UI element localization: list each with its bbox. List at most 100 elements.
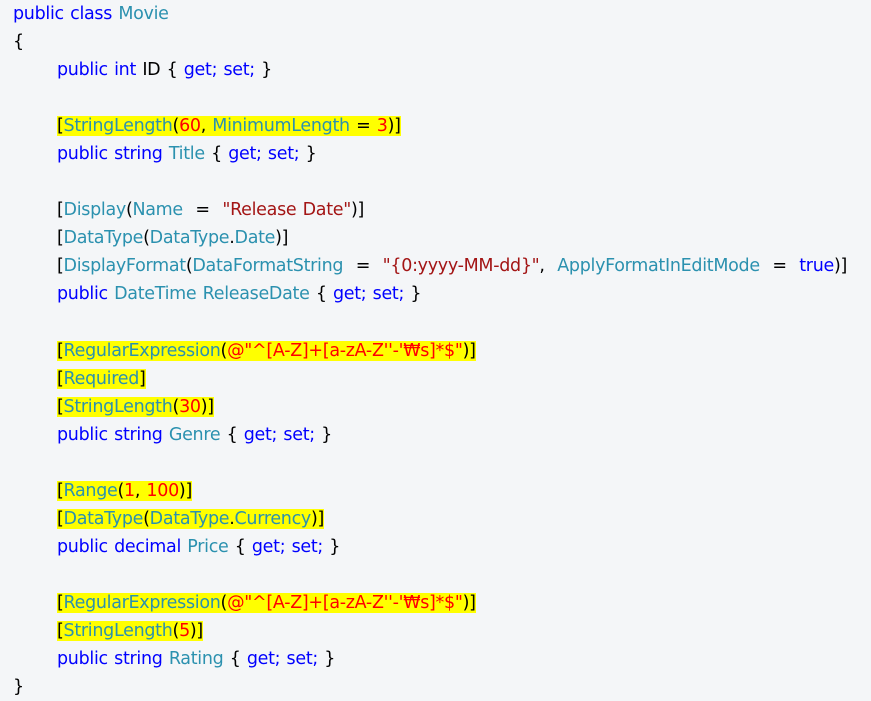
code-token: get; — [332, 284, 367, 305]
code-token: } — [13, 677, 24, 698]
code-text: } — [13, 677, 24, 697]
highlighted-code: [StringLength(30)] — [57, 396, 214, 417]
code-token: DisplayFormat — [63, 256, 187, 277]
code-token: "Release Date" — [222, 200, 351, 221]
code-token: public — [57, 424, 108, 445]
highlighted-code: [RegularExpression(@"^[A-Z]+[a-zA-Z''-'₩… — [57, 592, 476, 613]
code-token: = — [759, 256, 800, 277]
code-token: set; — [223, 60, 255, 81]
code-token: )] — [310, 508, 325, 529]
code-token: class — [70, 4, 113, 24]
code-token: get; — [246, 649, 281, 670]
code-token: } — [321, 424, 332, 445]
code-line: public string Genre { get; set; } — [13, 421, 868, 449]
highlighted-code: [RegularExpression(@"^[A-Z]+[a-zA-Z''-'₩… — [57, 340, 476, 361]
code-text: public string Title { get; set; } — [57, 144, 317, 165]
code-token: )] — [275, 228, 289, 249]
code-token: public — [57, 60, 108, 81]
code-text: public class Movie — [13, 4, 169, 24]
code-line: [StringLength(60, MinimumLength = 3)] — [13, 112, 868, 140]
code-token: = — [343, 256, 383, 277]
code-token: StringLength — [63, 396, 173, 417]
code-token: )] — [462, 592, 476, 613]
code-token: StringLength — [63, 621, 173, 642]
code-token: Rating — [168, 649, 224, 670]
code-token: Date — [234, 228, 276, 249]
code-token: { — [315, 284, 327, 305]
code-token: { — [13, 32, 24, 53]
code-token: 5 — [179, 621, 190, 642]
code-token: 1 — [124, 480, 135, 501]
code-token: MinimumLength — [212, 116, 350, 137]
code-text: [Display(Name = "Release Date")] — [57, 200, 364, 220]
code-token: )] — [178, 480, 192, 501]
code-token: get; — [228, 144, 262, 165]
code-text: [DisplayFormat(DataFormatString = "{0:yy… — [57, 256, 847, 276]
code-line: [DisplayFormat(DataFormatString = "{0:yy… — [13, 252, 868, 280]
code-line: [RegularExpression(@"^[A-Z]+[a-zA-Z''-'₩… — [13, 589, 868, 617]
code-token: , — [134, 480, 147, 501]
code-token: { — [226, 424, 238, 445]
code-token: get; — [243, 424, 278, 445]
code-line: public string Rating { get; set; } — [13, 645, 868, 673]
code-token: Price — [187, 536, 229, 557]
code-token: Display — [63, 200, 127, 221]
code-token: Movie — [118, 4, 169, 24]
code-view: public class Movie{public int ID { get; … — [13, 0, 868, 701]
code-token: )] — [351, 200, 365, 221]
code-token: 60 — [179, 116, 201, 137]
code-text: public string Rating { get; set; } — [57, 649, 335, 669]
code-token: } — [410, 284, 422, 305]
code-text: public DateTime ReleaseDate { get; set; … — [57, 284, 421, 304]
code-line: [Required] — [13, 365, 868, 393]
code-token: public — [57, 144, 108, 165]
code-line: public class Movie — [13, 0, 868, 28]
code-token: } — [329, 536, 341, 557]
code-token: { — [229, 649, 241, 670]
highlighted-code: [DataType(DataType.Currency)] — [57, 508, 325, 529]
code-token: Range — [63, 480, 118, 501]
code-token: "{0:yyyy-MM-dd}" — [382, 256, 540, 277]
code-token: @"^[A-Z]+[a-zA-Z''-'₩s]*$" — [227, 592, 463, 613]
code-token: ApplyFormatInEditMode — [557, 256, 760, 277]
code-token: { — [234, 536, 246, 557]
code-text: public decimal Price { get; set; } — [57, 537, 340, 557]
code-token: set; — [372, 284, 405, 305]
code-text: { — [13, 32, 24, 52]
code-line: [RegularExpression(@"^[A-Z]+[a-zA-Z''-'₩… — [13, 337, 868, 365]
code-token: string — [114, 144, 163, 165]
code-token: = — [349, 116, 377, 137]
code-line: public DateTime ReleaseDate { get; set; … — [13, 280, 868, 308]
code-token: = — [182, 200, 223, 221]
code-token: decimal — [114, 536, 182, 557]
code-token: , — [200, 116, 213, 137]
code-token: ] — [139, 368, 146, 389]
code-token: public — [13, 4, 64, 24]
code-token: RegularExpression — [63, 592, 221, 613]
code-token: ReleaseDate — [202, 284, 310, 305]
code-token: StringLength — [63, 116, 173, 137]
code-token: string — [114, 424, 163, 445]
code-token: @"^[A-Z]+[a-zA-Z''-'₩s]*$" — [227, 340, 463, 361]
code-token: set; — [283, 424, 315, 445]
code-line: { — [13, 28, 868, 56]
code-token: set; — [291, 536, 324, 557]
highlighted-code: [StringLength(60, MinimumLength = 3)] — [57, 116, 401, 137]
code-token: { — [211, 144, 222, 165]
code-text: public string Genre { get; set; } — [57, 425, 332, 445]
code-token: Currency — [234, 508, 312, 529]
code-token: public — [57, 284, 108, 305]
code-token: Name — [132, 200, 183, 221]
code-token: 3 — [376, 116, 388, 137]
code-line: [DataType(DataType.Date)] — [13, 224, 868, 252]
code-line: [StringLength(30)] — [13, 393, 868, 421]
code-token: true — [799, 256, 834, 277]
code-token: DataType — [63, 508, 144, 529]
code-token: public — [57, 536, 108, 557]
code-token: } — [261, 60, 272, 81]
code-token: set; — [286, 649, 319, 670]
